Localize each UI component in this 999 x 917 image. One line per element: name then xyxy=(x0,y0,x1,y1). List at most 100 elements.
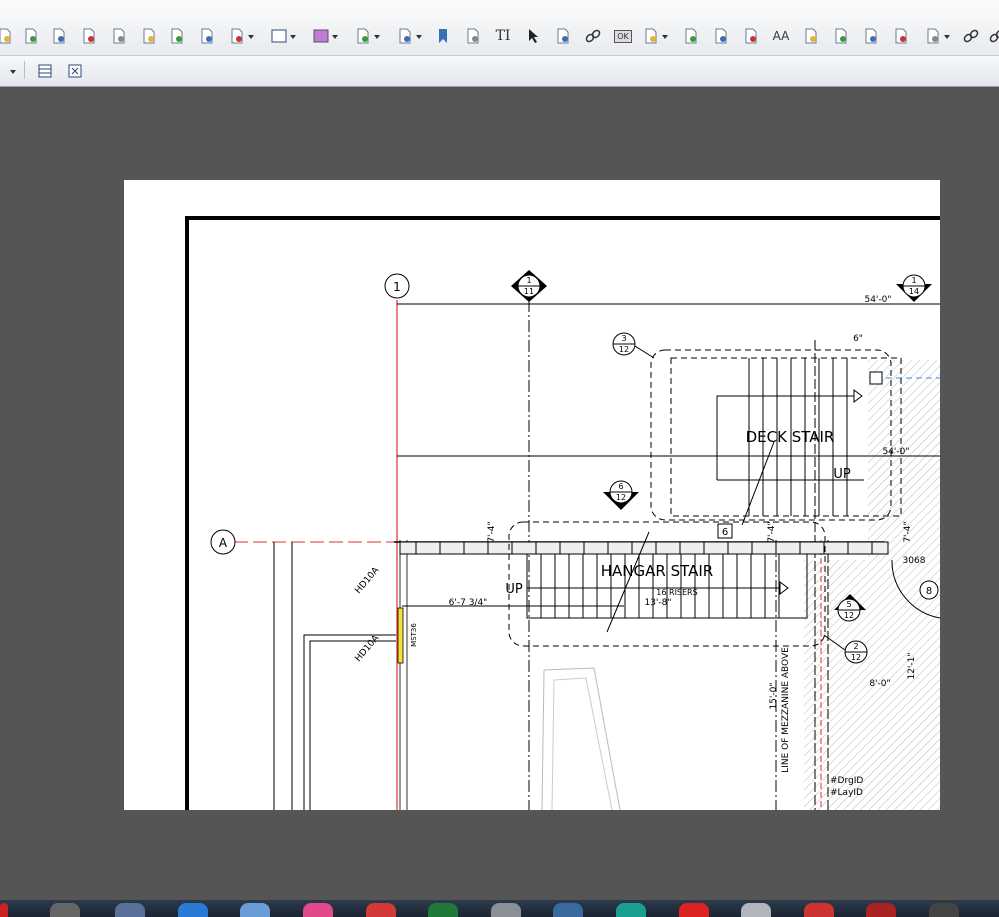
checklist-icon[interactable] xyxy=(710,24,732,48)
dimension-text: 8'-0" xyxy=(869,679,890,689)
tag-label: 8 xyxy=(926,586,932,597)
fit-page-icon[interactable] xyxy=(64,59,86,83)
dimension-text: 6" xyxy=(853,334,863,344)
deck-stair-label: DECK STAIR xyxy=(746,428,835,446)
dimension-text: 7'-4" xyxy=(767,521,777,542)
fit-width-icon[interactable] xyxy=(34,59,56,83)
chain-icon[interactable] xyxy=(960,24,982,48)
select-icon[interactable] xyxy=(680,24,702,48)
grid-bubble-1: 1 xyxy=(384,273,410,299)
dimension-text: 15'-0" xyxy=(769,682,779,709)
toolbar-separator xyxy=(24,61,25,79)
app-icon[interactable] xyxy=(115,903,145,917)
text-tool-icon[interactable]: TI xyxy=(492,24,514,48)
excel-icon[interactable] xyxy=(428,903,458,917)
blank-page-icon[interactable] xyxy=(196,24,218,48)
camera-icon[interactable] xyxy=(50,903,80,917)
settings-icon[interactable] xyxy=(740,24,762,48)
taskbar xyxy=(0,900,999,917)
list-icon[interactable] xyxy=(640,24,668,48)
svg-text:5: 5 xyxy=(846,600,851,609)
browser-icon[interactable] xyxy=(178,903,208,917)
dimension-text: 7'-4" xyxy=(487,521,497,542)
svg-text:1: 1 xyxy=(526,276,531,285)
dimension-text: 6'-7 3/4" xyxy=(449,598,488,608)
svg-text:12: 12 xyxy=(851,653,861,662)
globe-icon[interactable] xyxy=(922,24,950,48)
svg-text:1: 1 xyxy=(911,276,916,285)
callout-1-14: 1 14 xyxy=(896,274,932,302)
replace-page-icon[interactable] xyxy=(108,24,130,48)
hangar-stair-label: HANGAR STAIR xyxy=(601,562,713,580)
tag-label: 6 xyxy=(722,527,728,538)
ok-button-icon[interactable]: OK xyxy=(612,24,634,48)
secondary-toolbar xyxy=(0,56,999,87)
app-icon[interactable] xyxy=(491,903,521,917)
dimension-text: 12'-1" xyxy=(907,652,917,679)
copy-icon[interactable] xyxy=(138,24,160,48)
properties-icon[interactable] xyxy=(890,24,912,48)
toolbar-row: TI OK AA xyxy=(0,24,999,50)
app-icon[interactable] xyxy=(679,903,709,917)
pointer-icon[interactable] xyxy=(522,24,544,48)
pdf-icon[interactable] xyxy=(366,903,396,917)
rectangle-icon[interactable] xyxy=(268,24,296,48)
risers-label: 16 RISERS xyxy=(656,588,697,597)
app-icon[interactable] xyxy=(741,903,771,917)
delete-page-icon[interactable] xyxy=(20,24,42,48)
svg-text:14: 14 xyxy=(909,287,919,296)
svg-text:A: A xyxy=(219,536,228,550)
edit-icon[interactable] xyxy=(0,24,16,48)
app-icon[interactable] xyxy=(0,903,8,917)
zoom-dropdown[interactable] xyxy=(0,59,16,83)
up-label: UP xyxy=(505,582,523,597)
zoom-icon[interactable] xyxy=(860,24,882,48)
dimension-text: 7'-4" xyxy=(903,521,913,542)
insert-page-icon[interactable] xyxy=(78,24,100,48)
app-icon[interactable] xyxy=(804,903,834,917)
attachment-icon[interactable] xyxy=(462,24,484,48)
hd10a-label: HD10A xyxy=(354,633,382,664)
chain-edit-icon[interactable] xyxy=(986,24,999,48)
stamp-icon[interactable] xyxy=(352,24,380,48)
callout-1-11: 1 11 xyxy=(511,270,547,302)
svg-text:12: 12 xyxy=(844,611,854,620)
callout-3-12: 3 12 xyxy=(612,332,655,359)
svg-text:11: 11 xyxy=(524,287,534,296)
main-toolbar: TI OK AA xyxy=(0,0,999,56)
app-icon[interactable] xyxy=(929,903,959,917)
dimension-text: 54'-0" xyxy=(882,447,909,457)
fill-icon[interactable] xyxy=(310,24,338,48)
bookmark-icon[interactable] xyxy=(432,24,454,48)
cad-drawing: 1 A 1 11 1 14 3 12 6 12 5 12 2 12 DECK S… xyxy=(185,216,940,810)
font-icon[interactable]: AA xyxy=(770,24,792,48)
form-field-icon[interactable] xyxy=(394,24,422,48)
svg-text:12: 12 xyxy=(619,345,629,354)
search-icon[interactable] xyxy=(830,24,852,48)
svg-text:3: 3 xyxy=(621,334,626,343)
extract-page-icon[interactable] xyxy=(166,24,188,48)
print-icon[interactable] xyxy=(552,24,574,48)
export-icon[interactable] xyxy=(48,24,70,48)
link-icon[interactable] xyxy=(582,24,604,48)
rotate-icon[interactable] xyxy=(226,24,254,48)
msts-label: MST36 xyxy=(410,623,418,647)
app-icon[interactable] xyxy=(303,903,333,917)
hd10a-label: HD10A xyxy=(354,565,382,596)
grid-bubble-a: A xyxy=(210,529,236,555)
dimension-text: 13'-8" xyxy=(644,598,671,608)
text-box-icon[interactable] xyxy=(800,24,822,48)
svg-text:1: 1 xyxy=(393,280,401,294)
hatched-area xyxy=(804,560,868,810)
app-icon[interactable] xyxy=(240,903,270,917)
callout-6-12: 6 12 xyxy=(603,480,639,510)
app-icon[interactable] xyxy=(616,903,646,917)
svg-text:6: 6 xyxy=(618,482,623,491)
layid-label: #LayID xyxy=(830,788,863,798)
drawing-page[interactable]: 1 A 1 11 1 14 3 12 6 12 5 12 2 12 DECK S… xyxy=(124,180,940,810)
app-icon[interactable] xyxy=(866,903,896,917)
mezzanine-label: LINE OF MEZZANINE ABOVE xyxy=(781,647,791,773)
up-label: UP xyxy=(833,467,851,482)
app-icon[interactable] xyxy=(553,903,583,917)
drgid-label: #DrgID xyxy=(830,776,863,786)
